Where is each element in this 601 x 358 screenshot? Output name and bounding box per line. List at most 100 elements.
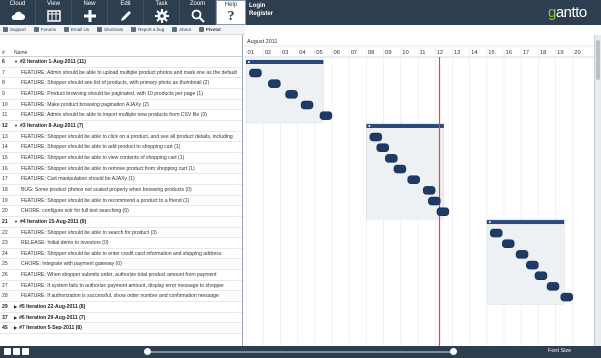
group-row[interactable]: 45 ▶ #7 Iteration 5-Sep-2011 (8) <box>0 323 242 335</box>
task-row[interactable]: 20 CHORE: configure solr for full text se… <box>0 206 242 217</box>
view-button[interactable]: View <box>36 0 72 25</box>
task-bar[interactable] <box>546 282 560 291</box>
task-bar[interactable] <box>534 271 548 280</box>
new-button[interactable]: New <box>72 0 108 25</box>
vertical-scroll-thumb[interactable] <box>596 40 600 80</box>
row-number: 20 <box>2 208 8 215</box>
edit-button-label: Edit <box>120 1 131 7</box>
zoom-slider-left-handle[interactable] <box>144 348 151 355</box>
task-button[interactable]: Task <box>144 0 180 25</box>
help-button[interactable]: Help? <box>216 0 246 25</box>
group-row[interactable]: 12 ▼ #3 Iteration 8-Aug-2011 (7) <box>0 121 242 132</box>
link-shortcuts[interactable]: Shortcuts <box>97 27 123 32</box>
row-number: 45 <box>2 325 8 332</box>
collapsed-arrow-icon[interactable]: ▶ <box>14 315 17 320</box>
task-button-label: Task <box>155 1 168 7</box>
task-bar[interactable] <box>489 228 503 238</box>
grid-header: # Name <box>0 35 242 57</box>
task-bar[interactable] <box>526 260 539 270</box>
link-label: About <box>179 27 191 32</box>
group-row[interactable]: 21 ▼ #4 Iteration 15-Aug-2011 (9) <box>0 217 242 228</box>
help-button-label: Help <box>224 2 238 8</box>
font-size-control[interactable]: Font Size <box>548 348 571 354</box>
link-email-us[interactable]: Email Us <box>64 27 89 32</box>
task-bar[interactable] <box>319 111 333 120</box>
day-label: 05 <box>316 50 322 56</box>
link-forums[interactable]: Forums <box>33 27 56 32</box>
iteration-summary-bar[interactable] <box>486 220 565 225</box>
task-bar[interactable] <box>560 292 574 302</box>
task-bar[interactable] <box>393 164 407 174</box>
indent-button[interactable] <box>13 348 20 355</box>
column-header-number[interactable]: # <box>2 50 5 56</box>
task-row[interactable]: 19 FEATURE: Shopper should be able to rec… <box>0 196 242 207</box>
gantto-logo: gantto <box>548 4 587 21</box>
zoom-slider-track[interactable] <box>150 351 452 353</box>
task-row[interactable]: 8 FEATURE: Shopper should see list of pro… <box>0 78 242 89</box>
add-row-button[interactable] <box>4 348 11 355</box>
task-bar[interactable] <box>285 90 298 99</box>
iteration-summary-bar[interactable] <box>366 124 444 129</box>
task-row[interactable]: 7 FEATURE: Admin should be able to upload… <box>0 68 242 79</box>
expanded-arrow-icon[interactable]: ▼ <box>14 59 18 64</box>
zoom-button[interactable]: Zoom <box>180 0 216 25</box>
link-report-a-bug[interactable]: Report a bug <box>131 27 164 32</box>
row-name: ▶ #6 Iteration 29-Aug-2011 (7) <box>14 313 85 323</box>
cloud-button-label: Cloud <box>9 1 26 7</box>
day-label: 16 <box>506 50 512 56</box>
task-row[interactable]: 26 FEATURE: When shopper submits order, a… <box>0 270 242 281</box>
link-icon <box>97 27 103 32</box>
expanded-arrow-icon[interactable]: ▼ <box>14 219 18 224</box>
collapsed-arrow-icon[interactable]: ▶ <box>14 325 17 330</box>
group-row[interactable]: 6 ▼ #2 Iteration 1-Aug-2011 (11) <box>0 57 242 68</box>
link-pivotal[interactable]: Pivotal <box>198 27 221 32</box>
task-row[interactable]: 25 CHORE: Integrate with payment gateway … <box>0 259 242 271</box>
column-header-name[interactable]: Name <box>14 50 27 56</box>
task-bar[interactable] <box>515 250 529 259</box>
task-bar[interactable] <box>268 79 281 88</box>
expanded-arrow-icon[interactable]: ▼ <box>14 123 18 128</box>
iteration-summary-bar[interactable] <box>246 60 324 64</box>
zoom-slider-right-handle[interactable] <box>450 348 457 355</box>
task-row[interactable]: 16 FEATURE: Shopper should be able to rem… <box>0 164 242 175</box>
task-bar[interactable] <box>502 239 515 248</box>
task-row[interactable]: 10 FEATURE: Make product browsing paginat… <box>0 100 242 111</box>
gantt-chart-svg: August 2011 01 02 03 04 05 06 07 08 09 10 11 12 13 14 1… <box>244 35 594 346</box>
task-bar[interactable] <box>249 68 262 78</box>
outdent-button[interactable] <box>22 348 29 355</box>
task-bar[interactable] <box>407 175 420 184</box>
task-row[interactable]: 23 RELEASE: Initial demo to investors (0) <box>0 238 242 249</box>
task-bar[interactable] <box>422 186 436 195</box>
link-support[interactable]: Support <box>3 27 26 32</box>
task-row[interactable]: 14 FEATURE: Shopper should be able to add… <box>0 142 242 153</box>
task-row[interactable]: 28 FEATURE: If authorization is successfu… <box>0 291 242 303</box>
collapsed-arrow-icon[interactable]: ▶ <box>14 304 17 309</box>
row-name: FEATURE: Cart manipulation should be AJA… <box>21 174 135 184</box>
task-bar[interactable] <box>376 143 389 152</box>
link-about[interactable]: About <box>172 27 191 32</box>
task-bar[interactable] <box>428 196 441 206</box>
day-label: 06 <box>334 50 340 56</box>
task-row[interactable]: 13 FEATURE: Shopper should be able to cli… <box>0 132 242 143</box>
task-bar[interactable] <box>300 100 314 110</box>
group-row[interactable]: 29 ▶ #5 Iteration 22-Aug-2011 (8) <box>0 302 242 313</box>
row-name: BUG: Some product photos not scaled prop… <box>21 185 192 195</box>
vertical-scrollbar[interactable] <box>594 35 601 346</box>
task-row[interactable]: 15 FEATURE: Shopper should be able to vie… <box>0 153 242 164</box>
task-bar[interactable] <box>369 132 383 142</box>
group-row[interactable]: 37 ▶ #6 Iteration 29-Aug-2011 (7) <box>0 313 242 324</box>
task-row[interactable]: 18 BUG: Some product photos not scaled pr… <box>0 185 242 196</box>
task-row[interactable]: 24 FEATURE: Shopper should be able to ent… <box>0 249 242 260</box>
task-row[interactable]: 9 FEATURE: Product browsing should be pag… <box>0 89 242 100</box>
task-row[interactable]: 11 FEATURE: Admin should be able to impor… <box>0 110 242 121</box>
task-bar[interactable] <box>385 154 398 163</box>
login-link[interactable]: Login <box>249 2 273 10</box>
task-bar[interactable] <box>436 207 450 216</box>
row-text: FEATURE: Shopper should see list of prod… <box>21 80 210 87</box>
register-link[interactable]: Register <box>249 10 273 18</box>
edit-button[interactable]: Edit <box>108 0 144 25</box>
task-row[interactable]: 22 FEATURE: Shopper should be able to sea… <box>0 228 242 239</box>
task-row[interactable]: 17 FEATURE: Cart manipulation should be A… <box>0 174 242 185</box>
cloud-button[interactable]: Cloud <box>0 0 36 25</box>
task-row[interactable]: 27 FEATURE: If system fails to authorize … <box>0 281 242 292</box>
